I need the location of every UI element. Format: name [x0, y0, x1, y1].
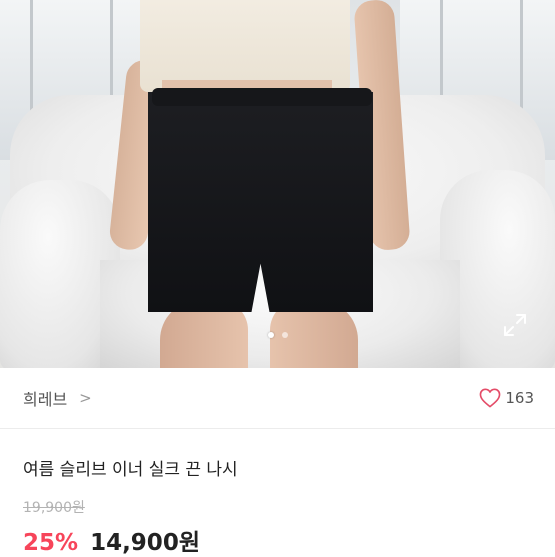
expand-icon[interactable] — [502, 312, 528, 338]
shorts-waistband — [152, 88, 372, 106]
heart-icon — [479, 388, 501, 408]
seller-row: 희레브 > 163 — [0, 368, 555, 428]
seller-name: 희레브 — [23, 390, 68, 409]
seller-link[interactable]: 희레브 > — [23, 386, 92, 410]
like-count: 163 — [505, 389, 534, 407]
gallery-pagination — [267, 332, 288, 338]
divider — [0, 428, 555, 429]
pagination-dot[interactable] — [267, 332, 274, 338]
original-price: 19,900원 — [23, 500, 85, 516]
price-row: 25% 14,900원 — [23, 523, 200, 557]
discount-badge: 25% — [23, 530, 79, 556]
model-top — [140, 0, 350, 92]
product-title: 여름 슬리브 이너 실크 끈 나시 — [23, 460, 238, 480]
like-button[interactable]: 163 — [479, 388, 534, 408]
product-image[interactable] — [0, 0, 555, 368]
sale-price: 14,900원 — [90, 530, 200, 556]
pagination-dot[interactable] — [281, 332, 288, 338]
chevron-right-icon: > — [79, 389, 92, 407]
